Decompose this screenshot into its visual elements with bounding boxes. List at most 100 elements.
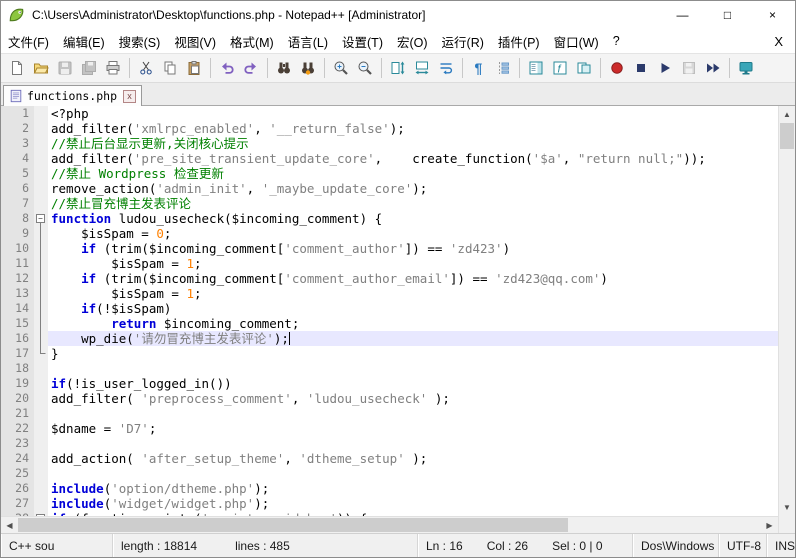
code-text[interactable]: include('widget/widget.php'); [48, 496, 778, 511]
code-text[interactable]: return $incoming_comment; [48, 316, 778, 331]
save-macro-icon[interactable] [677, 56, 701, 80]
code-text[interactable]: //禁止 Wordpress 检查更新 [48, 166, 778, 181]
replace-icon[interactable] [296, 56, 320, 80]
code-text[interactable]: //禁止冒充博主发表评论 [48, 196, 778, 211]
print-icon[interactable] [101, 56, 125, 80]
menu-item-语言[interactable]: 语言(L) [281, 29, 335, 53]
code-line[interactable]: 24add_action( 'after_setup_theme', 'dthe… [1, 451, 778, 466]
save-all-icon[interactable] [77, 56, 101, 80]
code-text[interactable]: add_filter('pre_site_transient_update_co… [48, 151, 778, 166]
open-folder-icon[interactable] [29, 56, 53, 80]
code-text[interactable]: if (trim($incoming_comment['comment_auth… [48, 271, 778, 286]
menu-item-编辑[interactable]: 编辑(E) [56, 29, 112, 53]
menu-item-宏[interactable]: 宏(O) [390, 29, 435, 53]
code-line[interactable]: 21 [1, 406, 778, 421]
code-line[interactable]: 5//禁止 Wordpress 检查更新 [1, 166, 778, 181]
code-text[interactable]: if(!is_user_logged_in()) [48, 376, 778, 391]
code-text[interactable]: remove_action('admin_init', '_maybe_upda… [48, 181, 778, 196]
code-text[interactable] [48, 436, 778, 451]
code-text[interactable]: wp_die('请勿冒充博主发表评论'); [48, 331, 778, 346]
word-wrap-icon[interactable] [434, 56, 458, 80]
record-macro-icon[interactable] [605, 56, 629, 80]
horizontal-scroll-track[interactable] [18, 517, 761, 533]
editor-lines[interactable]: 1<?php2add_filter('xmlrpc_enabled', '__r… [1, 106, 778, 516]
horizontal-scrollbar[interactable]: ◀ ▶ [1, 516, 778, 533]
code-line[interactable]: 1<?php [1, 106, 778, 121]
menu-item-搜索[interactable]: 搜索(S) [112, 29, 168, 53]
code-line[interactable]: 9 $isSpam = 0; [1, 226, 778, 241]
code-text[interactable] [48, 406, 778, 421]
menu-item-运行[interactable]: 运行(R) [435, 29, 491, 53]
menu-item-格式[interactable]: 格式(M) [223, 29, 281, 53]
paste-icon[interactable] [182, 56, 206, 80]
code-line[interactable]: 20add_filter( 'preprocess_comment', 'lud… [1, 391, 778, 406]
code-text[interactable]: function ludou_usecheck($incoming_commen… [48, 211, 778, 226]
zoom-in-icon[interactable] [329, 56, 353, 80]
code-line[interactable]: 2add_filter('xmlrpc_enabled', '__return_… [1, 121, 778, 136]
doc-switcher-icon[interactable] [572, 56, 596, 80]
code-text[interactable]: //禁止后台显示更新,关闭核心提示 [48, 136, 778, 151]
sync-scroll-v-icon[interactable] [386, 56, 410, 80]
code-line[interactable]: 15 return $incoming_comment; [1, 316, 778, 331]
menu-close-icon[interactable]: X [762, 34, 795, 49]
code-line[interactable]: 10 if (trim($incoming_comment['comment_a… [1, 241, 778, 256]
fold-marker-icon[interactable] [34, 211, 48, 226]
code-line[interactable]: 27include('widget/widget.php'); [1, 496, 778, 511]
code-line[interactable]: 18 [1, 361, 778, 376]
code-line[interactable]: 22$dname = 'D7'; [1, 421, 778, 436]
code-line[interactable]: 16 wp_die('请勿冒充博主发表评论'); [1, 331, 778, 346]
code-text[interactable] [48, 361, 778, 376]
play-macro-icon[interactable] [653, 56, 677, 80]
code-text[interactable]: add_filter( 'preprocess_comment', 'ludou… [48, 391, 778, 406]
code-line[interactable]: 12 if (trim($incoming_comment['comment_a… [1, 271, 778, 286]
code-line[interactable]: 25 [1, 466, 778, 481]
scroll-up-arrow-icon[interactable]: ▲ [779, 106, 795, 123]
menu-item-设置[interactable]: 设置(T) [335, 29, 390, 53]
code-line[interactable]: 23 [1, 436, 778, 451]
code-line[interactable]: 13 $isSpam = 1; [1, 286, 778, 301]
code-text[interactable]: <?php [48, 106, 778, 121]
code-text[interactable]: $isSpam = 0; [48, 226, 778, 241]
run-macro-multiple-icon[interactable] [701, 56, 725, 80]
maximize-button[interactable]: □ [705, 1, 750, 29]
code-line[interactable]: 6remove_action('admin_init', '_maybe_upd… [1, 181, 778, 196]
undo-icon[interactable] [215, 56, 239, 80]
code-line[interactable]: 19if(!is_user_logged_in()) [1, 376, 778, 391]
code-line[interactable]: 26include('option/dtheme.php'); [1, 481, 778, 496]
code-line[interactable]: 11 $isSpam = 1; [1, 256, 778, 271]
code-line[interactable]: 3//禁止后台显示更新,关闭核心提示 [1, 136, 778, 151]
code-text[interactable]: if (trim($incoming_comment['comment_auth… [48, 241, 778, 256]
code-text[interactable]: $isSpam = 1; [48, 256, 778, 271]
copy-icon[interactable] [158, 56, 182, 80]
code-line[interactable]: 14 if(!$isSpam) [1, 301, 778, 316]
save-icon[interactable] [53, 56, 77, 80]
function-list-icon[interactable]: f [548, 56, 572, 80]
code-text[interactable]: include('option/dtheme.php'); [48, 481, 778, 496]
menu-item-[interactable]: ? [606, 29, 627, 53]
vertical-scroll-thumb[interactable] [780, 123, 794, 149]
code-text[interactable]: $dname = 'D7'; [48, 421, 778, 436]
menu-item-插件[interactable]: 插件(P) [491, 29, 547, 53]
doc-map-icon[interactable] [524, 56, 548, 80]
tab-functions-php[interactable]: functions.php x [3, 85, 142, 106]
cut-icon[interactable] [134, 56, 158, 80]
vertical-scrollbar[interactable]: ▲ ▼ [778, 106, 795, 533]
status-encoding[interactable]: UTF-8 [719, 534, 767, 557]
sync-scroll-h-icon[interactable] [410, 56, 434, 80]
code-line[interactable]: 4add_filter('pre_site_transient_update_c… [1, 151, 778, 166]
scroll-left-arrow-icon[interactable]: ◀ [1, 517, 18, 533]
menu-item-窗口[interactable]: 窗口(W) [547, 29, 606, 53]
close-button[interactable]: × [750, 1, 795, 29]
plugin-monitor-icon[interactable] [734, 56, 758, 80]
show-all-chars-icon[interactable]: ¶ [467, 56, 491, 80]
indent-guide-icon[interactable] [491, 56, 515, 80]
code-line[interactable]: 8function ludou_usecheck($incoming_comme… [1, 211, 778, 226]
code-line[interactable]: 17} [1, 346, 778, 361]
fold-marker-icon[interactable] [34, 511, 48, 516]
menu-item-文件[interactable]: 文件(F) [1, 29, 56, 53]
code-text[interactable] [48, 466, 778, 481]
stop-macro-icon[interactable] [629, 56, 653, 80]
scroll-down-arrow-icon[interactable]: ▼ [779, 499, 795, 516]
find-icon[interactable] [272, 56, 296, 80]
code-line[interactable]: 7//禁止冒充博主发表评论 [1, 196, 778, 211]
